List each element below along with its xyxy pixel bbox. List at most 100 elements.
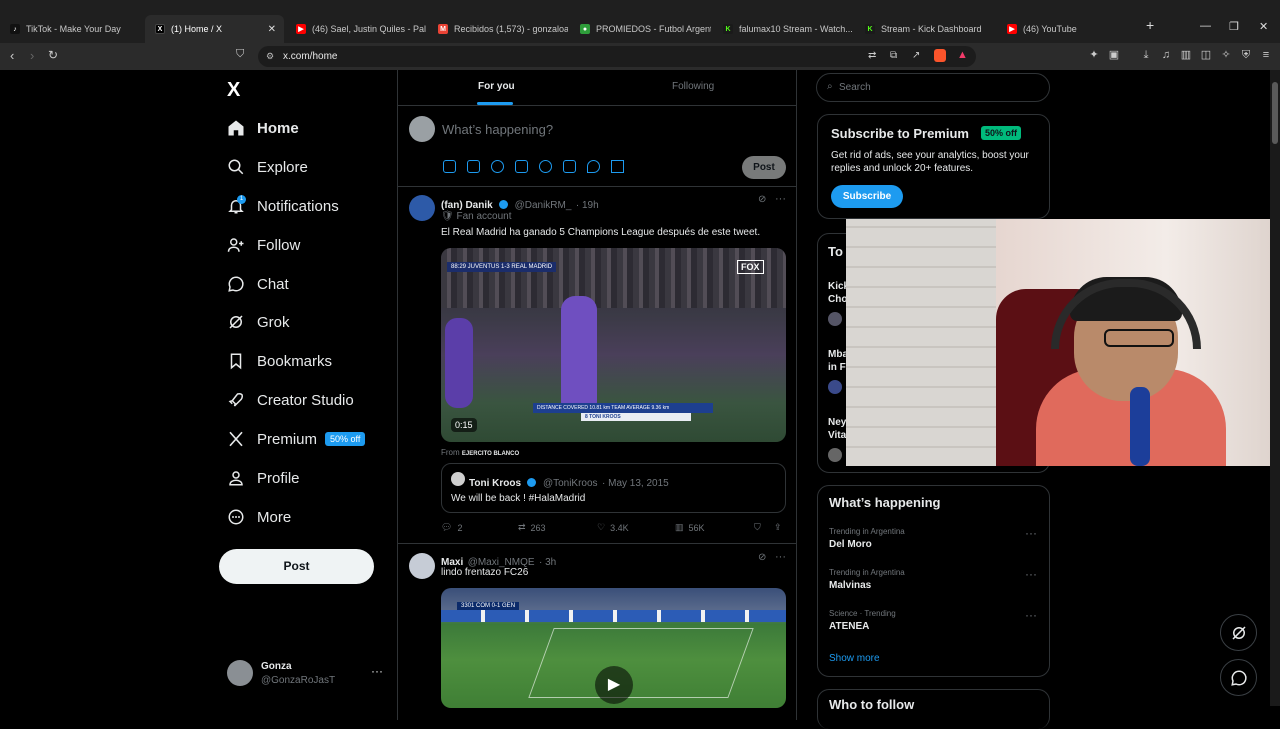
show-more-link[interactable]: Show more xyxy=(829,653,880,664)
play-icon[interactable]: ▶ xyxy=(595,666,633,704)
browser-tab[interactable]: K falumax10 Stream - Watch... xyxy=(713,15,853,43)
minimize-icon[interactable]: — xyxy=(1200,20,1211,32)
maximize-icon[interactable]: ❐ xyxy=(1229,20,1239,33)
browser-tab-active[interactable]: X (1) Home / X ✕ xyxy=(145,15,284,43)
more-icon[interactable]: ··· xyxy=(371,664,383,678)
more-icon[interactable]: ··· xyxy=(1025,567,1037,581)
trend-item[interactable]: Trending in Argentina Del Moro xyxy=(829,527,905,550)
gif-icon[interactable] xyxy=(467,160,480,173)
sidebar-icon[interactable]: ▥ xyxy=(1180,49,1192,61)
browser-tab[interactable]: ▶ (46) YouTube xyxy=(997,15,1137,43)
forward-icon[interactable]: › xyxy=(30,48,34,63)
translate-icon[interactable]: ⇄ xyxy=(868,50,876,61)
browser-tab[interactable]: K Stream - Kick Dashboard xyxy=(855,15,995,43)
grok-floating-button[interactable] xyxy=(1220,614,1257,651)
tweet-video[interactable]: 3301 COM 0-1 GEN ▶ xyxy=(441,588,786,708)
more-icon[interactable]: ··· xyxy=(1025,526,1037,540)
window-close-icon[interactable]: ✕ xyxy=(1259,20,1268,33)
verified-badge-icon xyxy=(527,478,537,487)
browser-tab[interactable]: ● PROMIEDOS - Futbol Argentino... xyxy=(570,15,711,43)
more-icon[interactable]: ··· xyxy=(775,551,786,563)
browser-tab[interactable]: ▶ (46) Sael, Justin Quiles - Pal Be... xyxy=(286,15,426,43)
grok-icon[interactable]: ⊘ xyxy=(758,194,766,205)
image-icon[interactable] xyxy=(443,160,456,173)
trend-text[interactable]: Ney xyxy=(828,417,846,428)
repost-button[interactable]: ⇄ 263 xyxy=(518,522,546,533)
scrollbar-thumb[interactable] xyxy=(1272,82,1278,144)
share-button[interactable]: ⇪ xyxy=(774,522,782,533)
nav-creator-studio[interactable]: Creator Studio xyxy=(227,388,354,412)
music-icon[interactable]: ♫ xyxy=(1160,49,1172,61)
emoji-icon[interactable] xyxy=(539,160,552,173)
brave-rewards-icon[interactable]: ▲ xyxy=(957,49,968,61)
new-tab-icon[interactable]: + xyxy=(1146,17,1154,33)
grok-icon[interactable] xyxy=(491,160,504,173)
tweet-video[interactable]: 88:29 JUVENTUS 1-3 REAL MADRID FOX DISTA… xyxy=(441,248,786,442)
bookmark-button[interactable]: ⛉ xyxy=(754,522,761,533)
site-info-icon[interactable]: ⚙ xyxy=(266,51,274,62)
nav-grok[interactable]: Grok xyxy=(227,310,290,334)
tweet-time[interactable]: · 3h xyxy=(539,557,556,568)
wallet-icon[interactable]: ▣ xyxy=(1108,49,1120,61)
download-icon[interactable]: ⤓ xyxy=(1140,49,1152,61)
compose-post-button[interactable]: Post xyxy=(742,156,786,179)
brave-shield-icon[interactable] xyxy=(934,49,946,62)
nav-explore[interactable]: Explore xyxy=(227,155,308,179)
nav-chat[interactable]: Chat xyxy=(227,272,289,296)
extensions-icon[interactable]: ✦ xyxy=(1088,49,1100,61)
subscribe-button[interactable]: Subscribe xyxy=(831,185,903,208)
close-icon[interactable]: ✕ xyxy=(268,24,276,35)
trend-text[interactable]: Cho xyxy=(828,294,847,305)
reload-icon[interactable]: ↻ xyxy=(48,48,58,62)
trend-text[interactable]: Mba xyxy=(828,349,848,360)
trend-item[interactable]: Science · Trending ATENEA xyxy=(829,609,896,632)
scrollbar[interactable] xyxy=(1270,70,1280,706)
search-box[interactable]: ⌕ Search xyxy=(816,73,1050,102)
more-icon[interactable]: ··· xyxy=(775,193,786,205)
tab-for-you[interactable]: For you xyxy=(478,81,515,92)
compose-input[interactable]: What’s happening? xyxy=(442,122,553,137)
vpn-icon[interactable]: ⛨ xyxy=(1240,49,1252,61)
card-heading: To xyxy=(828,244,843,259)
nav-home[interactable]: Home xyxy=(227,116,299,140)
share-icon[interactable]: ↗ xyxy=(912,50,920,61)
flag-icon[interactable] xyxy=(611,160,624,173)
tab-following[interactable]: Following xyxy=(672,81,714,92)
bookmark-page-icon[interactable]: ⛉ xyxy=(236,48,244,61)
section-title: Who to follow xyxy=(829,697,915,712)
chat-floating-button[interactable] xyxy=(1220,659,1257,696)
quoted-tweet[interactable]: Toni Kroos @ToniKroos · May 13, 2015 We … xyxy=(441,463,786,513)
author-name[interactable]: (fan) Danik xyxy=(441,200,493,211)
wallet2-icon[interactable]: ◫ xyxy=(1200,49,1212,61)
nav-profile[interactable]: Profile xyxy=(227,466,300,490)
browser-tab[interactable]: M Recibidos (1,573) - gonzaloarie... xyxy=(428,15,568,43)
location-icon[interactable] xyxy=(587,160,600,173)
nav-more[interactable]: More xyxy=(227,505,291,529)
poll-icon[interactable] xyxy=(515,160,528,173)
post-button[interactable]: Post xyxy=(219,549,374,584)
nav-premium[interactable]: Premium 50% off xyxy=(227,427,366,451)
like-button[interactable]: ♡ 3.4K xyxy=(597,522,629,533)
menu-icon[interactable]: ≡ xyxy=(1260,49,1272,61)
webcam-overlay xyxy=(846,219,1280,466)
video-source[interactable]: From EJERCITO BLANCO xyxy=(441,448,519,457)
views-button[interactable]: ▥ 56K xyxy=(675,522,705,533)
source-name: EJERCITO BLANCO xyxy=(461,451,520,457)
nav-bookmarks[interactable]: Bookmarks xyxy=(227,349,332,373)
trend-item[interactable]: Trending in Argentina Malvinas xyxy=(829,568,905,591)
back-icon[interactable]: ‹ xyxy=(10,48,14,63)
grok-icon[interactable]: ⊘ xyxy=(758,552,766,563)
trend-text[interactable]: Vita xyxy=(828,430,846,441)
more-icon[interactable]: ··· xyxy=(1025,608,1037,622)
tweet-date: · May 13, 2015 xyxy=(602,478,669,489)
x-logo[interactable]: X xyxy=(227,79,240,102)
account-switcher[interactable]: Gonza @GonzaRoJasT ··· xyxy=(227,660,387,690)
leo-icon[interactable]: ✧ xyxy=(1220,49,1232,61)
open-external-icon[interactable]: ⧉ xyxy=(890,50,897,61)
schedule-icon[interactable] xyxy=(563,160,576,173)
reply-button[interactable]: 💬︎ 2 xyxy=(441,522,462,533)
nav-follow[interactable]: Follow xyxy=(227,233,300,257)
browser-tab[interactable]: ♪ TikTok - Make Your Day xyxy=(0,15,143,43)
tweet-time[interactable]: · 19h xyxy=(576,200,599,211)
url-field[interactable]: ⚙ x.com/home ⇄ ⧉ ↗ ▲ xyxy=(258,46,976,67)
